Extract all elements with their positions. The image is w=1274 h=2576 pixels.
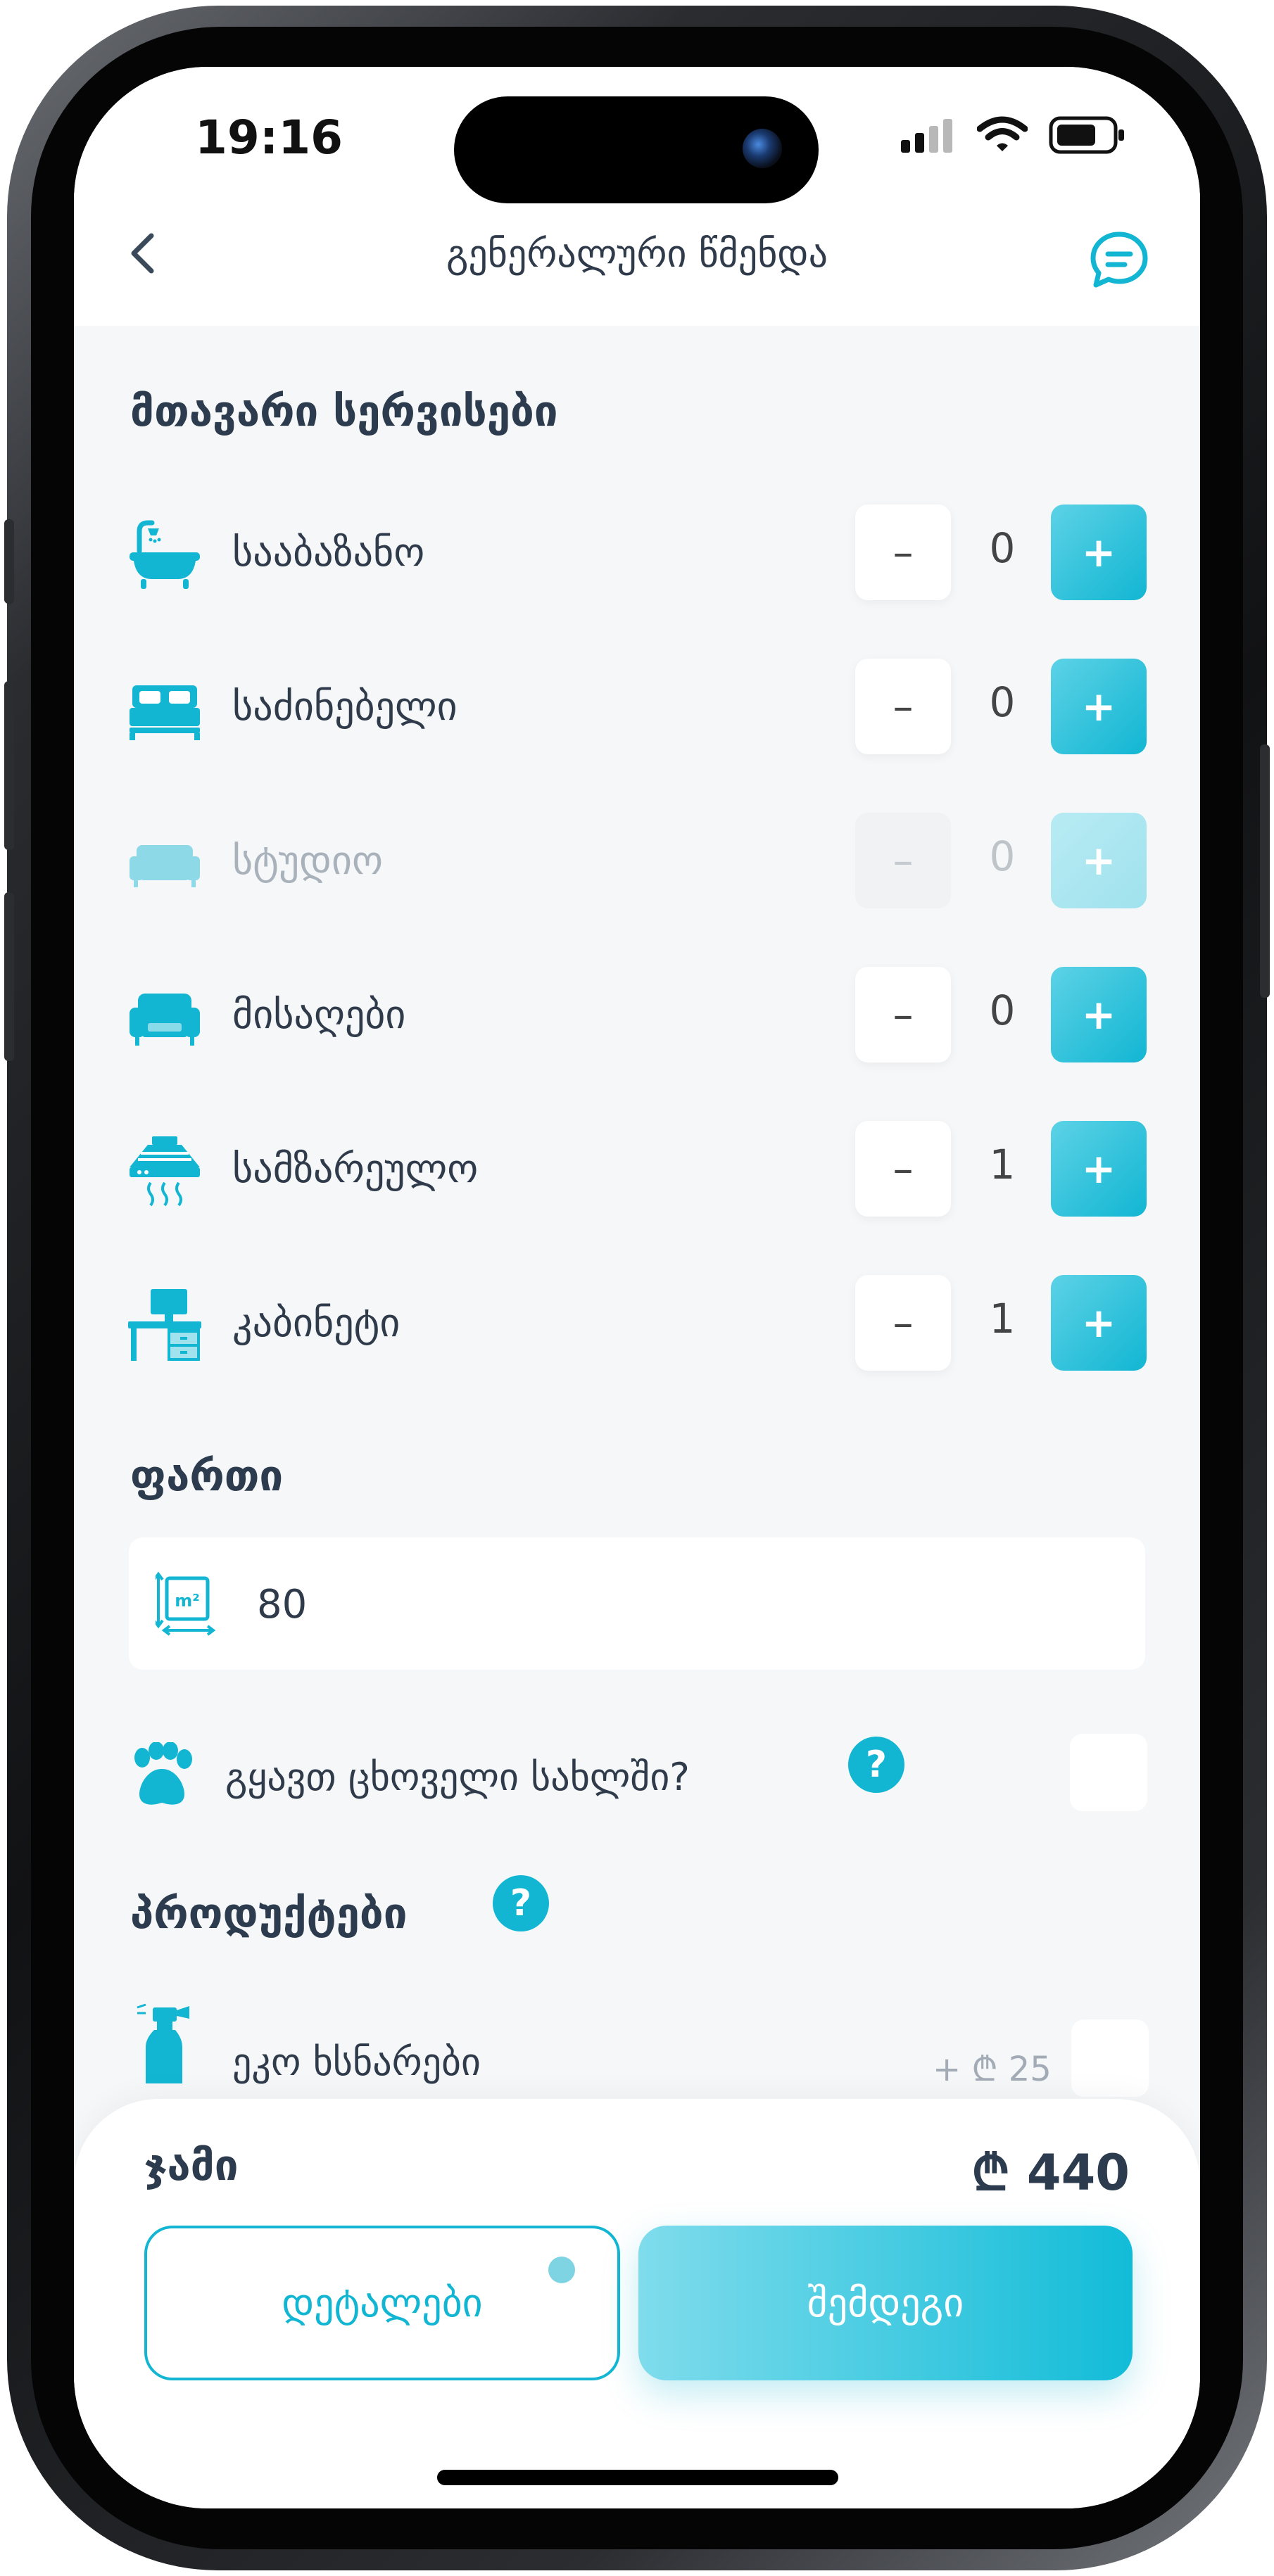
wifi-icon bbox=[977, 116, 1028, 151]
notification-dot bbox=[548, 2257, 575, 2283]
volume-down-button bbox=[4, 892, 14, 1061]
service-row-kitchen: სამზარეულო – 1 + bbox=[74, 1121, 1200, 1219]
decrement-button[interactable]: – bbox=[855, 1121, 951, 1217]
service-row-bedroom: საძინებელი – 0 + bbox=[74, 659, 1200, 757]
pets-checkbox[interactable] bbox=[1070, 1734, 1147, 1811]
product-checkbox[interactable] bbox=[1071, 2019, 1149, 2097]
armchair-icon bbox=[130, 994, 200, 1046]
decrement-button[interactable]: – bbox=[855, 659, 951, 754]
page-title: გენერალური წმენდა bbox=[446, 231, 828, 276]
area-input[interactable] bbox=[256, 1581, 1033, 1628]
power-button bbox=[1260, 744, 1270, 998]
bed-icon bbox=[130, 685, 200, 740]
increment-button[interactable]: + bbox=[1051, 659, 1147, 754]
details-button-label: დეტალები bbox=[282, 2280, 483, 2326]
battery-icon bbox=[1049, 116, 1124, 154]
home-indicator bbox=[437, 2470, 838, 2485]
app-screen: 19:16 გენერალური წმენდა მთავარი სერვისებ… bbox=[74, 67, 1200, 2508]
count-value: 0 bbox=[989, 832, 1016, 880]
count-value: 1 bbox=[989, 1141, 1016, 1188]
area-m2-icon: m² bbox=[156, 1571, 216, 1636]
details-button[interactable]: დეტალები bbox=[144, 2226, 620, 2380]
decrement-button[interactable]: – bbox=[855, 1275, 951, 1371]
next-button[interactable]: შემდეგი bbox=[638, 2226, 1133, 2380]
desk-icon bbox=[128, 1289, 201, 1361]
paw-icon bbox=[134, 1742, 192, 1805]
spray-bottle-icon bbox=[137, 2003, 189, 2083]
service-row-office: კაბინეტი – 1 + bbox=[74, 1275, 1200, 1373]
products-title: პროდუქტები bbox=[130, 1889, 408, 1939]
product-row: ეკო ხსნარები + ₾ 25 bbox=[74, 2002, 1200, 2114]
chat-icon[interactable] bbox=[1087, 229, 1151, 292]
pets-help-icon[interactable]: ? bbox=[848, 1737, 904, 1793]
volume-up-button bbox=[4, 681, 14, 850]
service-row-living-room: მისაღები – 0 + bbox=[74, 967, 1200, 1065]
decrement-button[interactable]: – bbox=[855, 967, 951, 1062]
mute-switch bbox=[4, 519, 14, 604]
increment-button[interactable]: + bbox=[1051, 967, 1147, 1062]
back-chevron-icon[interactable] bbox=[120, 229, 169, 278]
total-label: ჯამი bbox=[144, 2141, 239, 2190]
next-button-label: შემდეგი bbox=[807, 2280, 964, 2326]
service-row-studio: სტუდიო – 0 + bbox=[74, 813, 1200, 911]
area-field[interactable]: m² bbox=[129, 1537, 1145, 1670]
service-label: საძინებელი bbox=[232, 684, 458, 730]
product-price: + ₾ 25 bbox=[933, 2050, 1052, 2089]
increment-button[interactable]: + bbox=[1051, 505, 1147, 600]
decrement-button[interactable]: – bbox=[855, 505, 951, 600]
product-label: ეკო ხსნარები bbox=[232, 2040, 481, 2084]
sofa-icon bbox=[130, 845, 200, 887]
count-value: 0 bbox=[989, 678, 1016, 726]
count-value: 1 bbox=[989, 1295, 1016, 1343]
area-unit-label: m² bbox=[175, 1591, 200, 1611]
service-label: სამზარეულო bbox=[232, 1146, 479, 1192]
increment-button[interactable]: + bbox=[1051, 1275, 1147, 1371]
bathtub-icon bbox=[130, 520, 200, 589]
front-camera bbox=[743, 129, 782, 168]
decrement-button[interactable]: – bbox=[855, 813, 951, 908]
service-label: მისაღები bbox=[232, 992, 406, 1038]
status-time: 19:16 bbox=[195, 110, 343, 165]
area-title: ფართი bbox=[130, 1452, 284, 1501]
count-value: 0 bbox=[989, 986, 1016, 1034]
service-label: სტუდიო bbox=[232, 838, 383, 884]
increment-button[interactable]: + bbox=[1051, 1121, 1147, 1217]
main-services-title: მთავარი სერვისები bbox=[130, 387, 558, 436]
cellular-signal-icon bbox=[901, 118, 957, 153]
pets-question: გყავთ ცხოველი სახლში? bbox=[225, 1755, 690, 1799]
service-row-bathroom: სააბაზანო – 0 + bbox=[74, 505, 1200, 603]
products-help-icon[interactable]: ? bbox=[493, 1875, 549, 1931]
total-value: ₾ 440 bbox=[971, 2144, 1130, 2202]
increment-button[interactable]: + bbox=[1051, 813, 1147, 908]
count-value: 0 bbox=[989, 524, 1016, 572]
bottom-summary-sheet: ჯამი ₾ 440 დეტალები შემდეგი bbox=[74, 2099, 1200, 2508]
pets-row: გყავთ ცხოველი სახლში? ? bbox=[74, 1724, 1200, 1822]
service-label: სააბაზანო bbox=[232, 530, 425, 576]
kitchen-hood-icon bbox=[130, 1136, 200, 1207]
service-label: კაბინეტი bbox=[232, 1300, 401, 1346]
status-icons bbox=[901, 116, 1124, 154]
